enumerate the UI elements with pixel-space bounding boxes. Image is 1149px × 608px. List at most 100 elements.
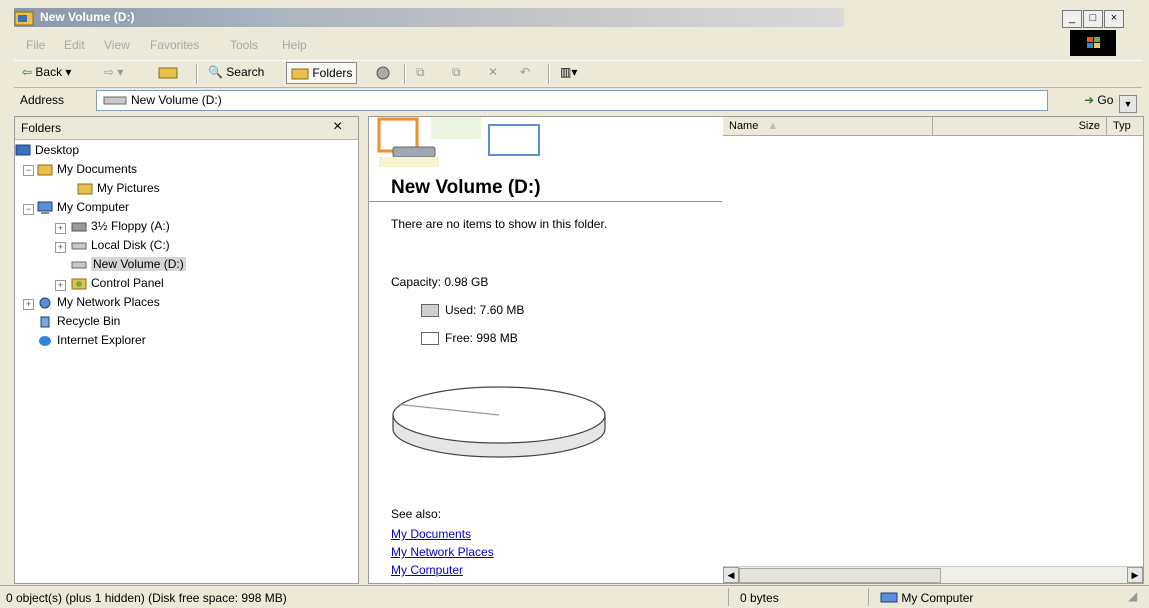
- folders-close-button[interactable]: ×: [333, 118, 342, 136]
- address-input[interactable]: New Volume (D:) ▼: [96, 90, 1137, 113]
- tree-item-recycle-bin[interactable]: Recycle Bin: [37, 314, 120, 328]
- go-button[interactable]: ➜ Go: [1084, 93, 1113, 107]
- menu-help[interactable]: Help: [282, 38, 307, 52]
- tree-label: My Computer: [57, 200, 130, 214]
- horizontal-scrollbar[interactable]: ◀ ▶: [723, 566, 1143, 583]
- scroll-left-button[interactable]: ◀: [723, 567, 739, 583]
- views-button[interactable]: ▥▾: [560, 65, 577, 79]
- tree-expand-toggle[interactable]: +: [55, 280, 66, 291]
- see-also-label: See also:: [391, 507, 442, 521]
- folder-window-icon: [14, 11, 34, 26]
- link-my-network-places[interactable]: My Network Places: [391, 545, 494, 559]
- free-legend: Free: 998 MB: [421, 331, 518, 346]
- status-objects: 0 object(s) (plus 1 hidden) (Disk free s…: [6, 591, 287, 605]
- tree-item-internet-explorer[interactable]: Internet Explorer: [37, 333, 146, 347]
- address-dropdown-button[interactable]: ▼: [1119, 95, 1137, 113]
- link-my-documents[interactable]: My Documents: [391, 527, 471, 541]
- drive-icon: [71, 242, 87, 250]
- tree-expand-toggle[interactable]: +: [23, 299, 34, 310]
- address-label: Address: [20, 93, 65, 107]
- tree-label: My Network Places: [57, 295, 160, 309]
- toolbar: ⇦ Back ▾ ⇨ ▾ 🔍 Search Folders ⧉ ⧉ ✕ ↶ ▥▾: [14, 60, 1142, 88]
- sort-arrow-icon: ▲: [767, 120, 779, 132]
- tree-expand-toggle[interactable]: +: [55, 242, 66, 253]
- task-panel: New Volume (D:) There are no items to sh…: [369, 117, 722, 583]
- tree-item-local-disk-c[interactable]: Local Disk (C:): [71, 238, 170, 252]
- tree-item-new-volume-d[interactable]: New Volume (D:): [71, 257, 186, 271]
- forward-button[interactable]: ⇨ ▾: [104, 65, 123, 79]
- tree-item-my-pictures[interactable]: My Pictures: [77, 181, 160, 195]
- column-header-size[interactable]: Size: [933, 117, 1107, 135]
- resize-grip-icon[interactable]: ◢: [1128, 589, 1137, 603]
- menu-bar: File Edit View Favorites Tools Help: [14, 34, 1142, 56]
- file-list[interactable]: Name ▲ Size Typ ◀ ▶: [723, 117, 1143, 583]
- delete-icon: ✕: [488, 65, 499, 79]
- status-zone-label: My Computer: [901, 591, 974, 605]
- delete-button[interactable]: ✕: [488, 65, 498, 79]
- maximize-button[interactable]: □: [1083, 10, 1103, 28]
- used-text: Used: 7.60 MB: [445, 303, 525, 317]
- column-name-label: Name: [729, 120, 759, 132]
- scroll-thumb[interactable]: [739, 568, 941, 583]
- folders-label: Folders: [312, 66, 353, 80]
- menu-tools[interactable]: Tools: [230, 38, 258, 52]
- menu-file[interactable]: File: [26, 38, 45, 52]
- heading-divider: [369, 201, 722, 202]
- up-folder-button[interactable]: [158, 65, 178, 82]
- search-button[interactable]: 🔍 Search: [208, 65, 264, 79]
- tree-item-desktop[interactable]: Desktop: [15, 143, 79, 157]
- capacity-text: Capacity: 0.98 GB: [391, 275, 489, 289]
- free-text: Free: 998 MB: [445, 331, 518, 345]
- tree-collapse-toggle[interactable]: −: [23, 165, 34, 176]
- status-zone: My Computer: [880, 591, 973, 605]
- tree-collapse-toggle[interactable]: −: [23, 204, 34, 215]
- tree-label: New Volume (D:): [91, 257, 186, 271]
- folder-icon: [77, 183, 93, 195]
- tree-expand-toggle[interactable]: +: [55, 223, 66, 234]
- list-header: Name ▲ Size Typ: [723, 117, 1143, 136]
- link-my-computer[interactable]: My Computer: [391, 563, 463, 577]
- menu-favorites[interactable]: Favorites: [150, 38, 199, 52]
- pane-splitter[interactable]: [359, 116, 367, 582]
- disk-usage-pie: [392, 386, 606, 458]
- history-button[interactable]: [372, 65, 394, 84]
- tree-item-control-panel[interactable]: Control Panel: [71, 276, 164, 290]
- tree-item-my-network-places[interactable]: My Network Places: [37, 295, 160, 309]
- history-icon: [376, 66, 390, 80]
- title-bar[interactable]: New Volume (D:) _ □ ×: [0, 0, 1149, 30]
- address-bar: Address New Volume (D:) ▼ ➜ Go: [14, 88, 1142, 113]
- content-pane: New Volume (D:) There are no items to sh…: [368, 116, 1144, 584]
- folders-title: Folders: [21, 121, 62, 135]
- tree-item-floppy[interactable]: 3½ Floppy (A:): [71, 219, 170, 233]
- column-header-name[interactable]: Name ▲: [723, 117, 933, 135]
- tree-label: Desktop: [35, 143, 80, 157]
- undo-button[interactable]: ↶: [520, 65, 530, 79]
- folders-button[interactable]: Folders: [286, 62, 358, 85]
- menu-edit[interactable]: Edit: [64, 38, 85, 52]
- back-button[interactable]: ⇦ Back ▾: [22, 65, 71, 79]
- floppy-icon: [71, 222, 87, 232]
- copy-to-button[interactable]: ⧉: [452, 65, 461, 80]
- close-button[interactable]: ×: [1104, 10, 1124, 28]
- network-icon: [39, 297, 51, 309]
- column-header-type[interactable]: Typ: [1107, 117, 1143, 135]
- folder-icon: [37, 164, 53, 176]
- tree-label: My Pictures: [97, 181, 160, 195]
- tree-item-my-documents[interactable]: My Documents: [37, 162, 137, 176]
- move-to-button[interactable]: ⧉: [416, 65, 425, 80]
- tree-item-my-computer[interactable]: My Computer: [37, 200, 130, 215]
- menu-view[interactable]: View: [104, 38, 130, 52]
- computer-icon: [37, 201, 53, 215]
- recycle-bin-icon: [40, 316, 50, 328]
- scroll-right-button[interactable]: ▶: [1127, 567, 1143, 583]
- tree-label: 3½ Floppy (A:): [91, 219, 170, 233]
- minimize-button[interactable]: _: [1062, 10, 1082, 28]
- volume-heading: New Volume (D:): [391, 177, 541, 198]
- folder-banner-graphic: [369, 117, 722, 173]
- up-folder-icon: [158, 67, 178, 79]
- move-to-icon: ⧉: [416, 65, 425, 79]
- windows-logo-icon: [1070, 30, 1116, 56]
- address-value: New Volume (D:): [131, 93, 222, 107]
- free-swatch: [421, 332, 439, 346]
- drive-icon: [103, 96, 127, 105]
